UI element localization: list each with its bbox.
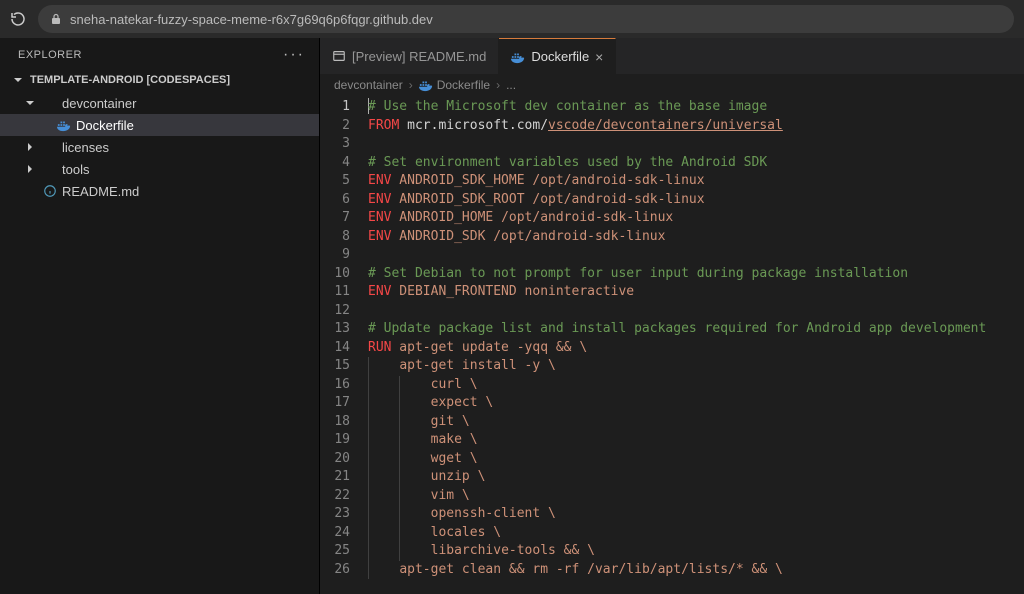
reload-icon[interactable] [10,11,26,27]
docker-icon [511,50,525,64]
url-text: sneha-natekar-fuzzy-space-meme-r6x7g69q6… [70,12,433,27]
code-line[interactable] [368,246,1024,265]
line-gutter: 1234567891011121314151617181920212223242… [320,96,368,594]
code-line[interactable]: ENV DEBIAN_FRONTEND noninteractive [368,283,1024,302]
code-line[interactable]: RUN apt-get update -yqq && \ [368,339,1024,358]
docker-icon [56,118,72,132]
tree-item[interactable]: tools [0,158,319,180]
chevron-down-icon [24,97,38,109]
code-line[interactable]: libarchive-tools && \ [368,542,1024,561]
chevron-right-icon [24,141,38,153]
more-actions-icon[interactable]: ··· [283,46,305,64]
code-line[interactable]: make \ [368,431,1024,450]
editor-tab[interactable]: Dockerfile × [499,38,616,74]
code-line[interactable]: wget \ [368,450,1024,469]
editor-tab[interactable]: [Preview] README.md [320,38,499,74]
tab-label: Dockerfile [531,49,589,64]
code-line[interactable]: # Use the Microsoft dev container as the… [368,98,1024,117]
breadcrumb[interactable]: devcontainer›Dockerfile›... [320,74,1024,96]
code-line[interactable]: # Set Debian to not prompt for user inpu… [368,265,1024,284]
code-line[interactable]: # Update package list and install packag… [368,320,1024,339]
code-line[interactable]: ENV ANDROID_SDK_ROOT /opt/android-sdk-li… [368,191,1024,210]
browser-address-bar: sneha-natekar-fuzzy-space-meme-r6x7g69q6… [0,0,1024,38]
lock-icon [50,13,62,25]
code-line[interactable]: curl \ [368,376,1024,395]
breadcrumb-segment[interactable]: Dockerfile [419,78,490,93]
code-line[interactable]: openssh-client \ [368,505,1024,524]
tree-item-label: README.md [62,184,139,199]
code-editor[interactable]: 1234567891011121314151617181920212223242… [320,96,1024,594]
repo-header[interactable]: TEMPLATE-ANDROID [CODESPACES] [0,70,319,90]
code-lines[interactable]: # Use the Microsoft dev container as the… [368,96,1024,594]
code-line[interactable]: ENV ANDROID_SDK_HOME /opt/android-sdk-li… [368,172,1024,191]
code-line[interactable]: expect \ [368,394,1024,413]
breadcrumb-segment[interactable]: ... [506,78,516,92]
tree-item-label: tools [62,162,89,177]
code-line[interactable]: ENV ANDROID_HOME /opt/android-sdk-linux [368,209,1024,228]
explorer-sidebar: EXPLORER ··· TEMPLATE-ANDROID [CODESPACE… [0,38,320,594]
code-line[interactable]: ENV ANDROID_SDK /opt/android-sdk-linux [368,228,1024,247]
preview-icon [332,49,346,63]
code-line[interactable]: FROM mcr.microsoft.com/vscode/devcontain… [368,117,1024,136]
tree-item-label: licenses [62,140,109,155]
code-line[interactable]: vim \ [368,487,1024,506]
code-line[interactable]: apt-get install -y \ [368,357,1024,376]
code-line[interactable]: # Set environment variables used by the … [368,154,1024,173]
tree-item[interactable]: Dockerfile [0,114,319,136]
code-line[interactable]: locales \ [368,524,1024,543]
code-line[interactable]: unzip \ [368,468,1024,487]
tab-label: [Preview] README.md [352,49,486,64]
tree-item-label: devcontainer [62,96,136,111]
tree-item[interactable]: licenses [0,136,319,158]
code-line[interactable] [368,135,1024,154]
code-line[interactable]: git \ [368,413,1024,432]
explorer-title: EXPLORER [18,49,82,61]
chevron-down-icon [12,74,26,86]
tree-item[interactable]: README.md [0,180,319,202]
tree-item[interactable]: devcontainer [0,92,319,114]
code-line[interactable] [368,302,1024,321]
editor-tab-bar: [Preview] README.md Dockerfile × [320,38,1024,74]
code-line[interactable]: apt-get clean && rm -rf /var/lib/apt/lis… [368,561,1024,580]
readme-icon [42,184,58,198]
chevron-right-icon [24,163,38,175]
url-field[interactable]: sneha-natekar-fuzzy-space-meme-r6x7g69q6… [38,5,1014,33]
breadcrumb-segment[interactable]: devcontainer [334,78,403,92]
close-icon[interactable]: × [595,49,603,65]
tree-item-label: Dockerfile [76,118,134,133]
